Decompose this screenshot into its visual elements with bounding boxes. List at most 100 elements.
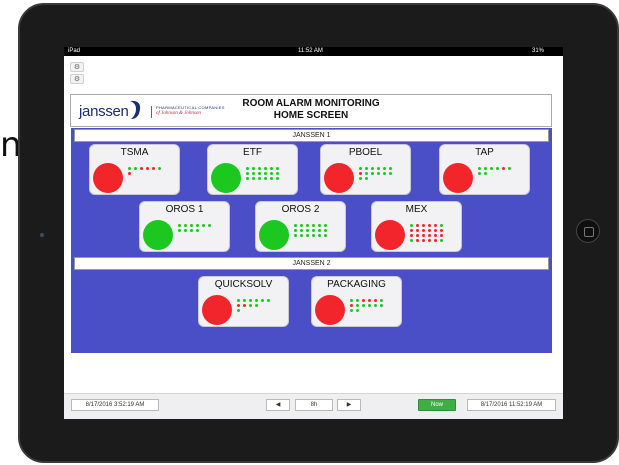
sensor-dot (383, 167, 386, 170)
sensor-dot (410, 239, 413, 242)
room-status-indicator (324, 163, 354, 193)
sensor-dot (508, 167, 511, 170)
next-range-button[interactable]: ▶ (337, 399, 361, 411)
room-name: OROS 1 (165, 204, 204, 215)
sensor-dot (374, 304, 377, 307)
sensor-dot (184, 224, 187, 227)
page-title: ROOM ALARM MONITORING (242, 98, 380, 109)
sensor-dot (128, 167, 131, 170)
start-time-field[interactable]: 8/17/2016 3:52:19 AM (71, 399, 159, 411)
sensor-dot (264, 167, 267, 170)
time-range-toolbar: 8/17/2016 3:52:19 AM ◀ 8h ▶ Now 8/17/201… (64, 393, 563, 419)
sensor-dot (362, 299, 365, 302)
logo-divider (151, 106, 152, 118)
sensor-dot (368, 299, 371, 302)
sensor-dot (146, 167, 149, 170)
room-status-indicator (93, 163, 123, 193)
sensor-dot (294, 224, 297, 227)
sensor-dot (422, 224, 425, 227)
sensor-dot (324, 224, 327, 227)
sensor-dot (389, 167, 392, 170)
sensor-dot (434, 229, 437, 232)
sensor-dot (380, 299, 383, 302)
sensor-dot (377, 167, 380, 170)
room-tile-tap[interactable]: TAP (439, 144, 530, 195)
room-status-indicator (443, 163, 473, 193)
sensor-dot (365, 172, 368, 175)
settings-button-1[interactable]: ⚙ (70, 62, 84, 72)
room-name: PBOEL (348, 147, 383, 158)
sensor-dot (324, 229, 327, 232)
sensor-dot (410, 229, 413, 232)
section-header-janssen-2: JANSSEN 2 (74, 257, 549, 270)
sensor-dot (255, 299, 258, 302)
room-name: TSMA (120, 147, 149, 158)
sensor-dot (246, 167, 249, 170)
sensor-dot (389, 172, 392, 175)
sensor-dot (502, 167, 505, 170)
sensor-dot (270, 167, 273, 170)
sensor-dot (434, 224, 437, 227)
room-tile-packaging[interactable]: PACKAGING (311, 276, 402, 327)
room-tile-etf[interactable]: ETF (207, 144, 298, 195)
sensor-dot (365, 167, 368, 170)
sensor-dot (243, 304, 246, 307)
sensor-dot (434, 239, 437, 242)
sensor-dot (312, 224, 315, 227)
sensor-dot (237, 304, 240, 307)
sensor-dot (428, 224, 431, 227)
sensor-dot (416, 234, 419, 237)
sensor-dot (270, 172, 273, 175)
sensor-dot (237, 299, 240, 302)
sensor-dot (440, 239, 443, 242)
room-tile-mex[interactable]: MEX (371, 201, 462, 252)
sensor-dot (158, 167, 161, 170)
battery-level: 31% (532, 48, 545, 54)
now-button[interactable]: Now (418, 399, 456, 411)
janssen-logo-icon (130, 100, 141, 119)
end-time-field[interactable]: 8/17/2016 11:52:19 AM (467, 399, 556, 411)
room-tile-pboel[interactable]: PBOEL (320, 144, 411, 195)
home-button[interactable] (576, 219, 600, 243)
room-status-indicator (143, 220, 173, 250)
page-subtitle: HOME SCREEN (273, 110, 349, 121)
logo-subtitle: PHARMACEUTICAL COMPANIES (156, 105, 225, 110)
sensor-dot (359, 167, 362, 170)
room-tile-oros-2[interactable]: OROS 2 (255, 201, 346, 252)
sensor-dot (267, 299, 270, 302)
room-status-indicator (202, 295, 232, 325)
room-name: OROS 2 (281, 204, 320, 215)
sensor-dot (365, 177, 368, 180)
page-header: janssen PHARMACEUTICAL COMPANIES of John… (70, 94, 552, 127)
room-tile-tsma[interactable]: TSMA (89, 144, 180, 195)
room-name: TAP (475, 147, 494, 158)
settings-button-2[interactable]: ⚙ (70, 74, 84, 84)
room-tile-oros-1[interactable]: OROS 1 (139, 201, 230, 252)
sensor-dot (312, 234, 315, 237)
sensor-dot (434, 234, 437, 237)
sensor-dot (252, 177, 255, 180)
sensor-dot (249, 299, 252, 302)
sensor-dots (178, 224, 230, 248)
sensor-dot (356, 309, 359, 312)
sensor-dot (252, 167, 255, 170)
sensor-dot (243, 299, 246, 302)
sensor-dot (270, 177, 273, 180)
sensor-dot (362, 304, 365, 307)
room-name: QUICKSOLV (214, 279, 273, 290)
sensor-dot (306, 224, 309, 227)
sensor-dot (374, 299, 377, 302)
sensor-dot (318, 224, 321, 227)
previous-range-button[interactable]: ◀ (266, 399, 290, 411)
sensor-dot (422, 234, 425, 237)
clock: 11:52 AM (298, 48, 323, 54)
sensor-dot (416, 239, 419, 242)
sensor-dot (416, 229, 419, 232)
sensor-dot (300, 229, 303, 232)
sensor-dot (428, 239, 431, 242)
sensor-dot (478, 172, 481, 175)
range-duration-field[interactable]: 8h (295, 399, 333, 411)
sensor-dot (496, 167, 499, 170)
room-tile-quicksolv[interactable]: QUICKSOLV (198, 276, 289, 327)
sensor-dot (318, 229, 321, 232)
